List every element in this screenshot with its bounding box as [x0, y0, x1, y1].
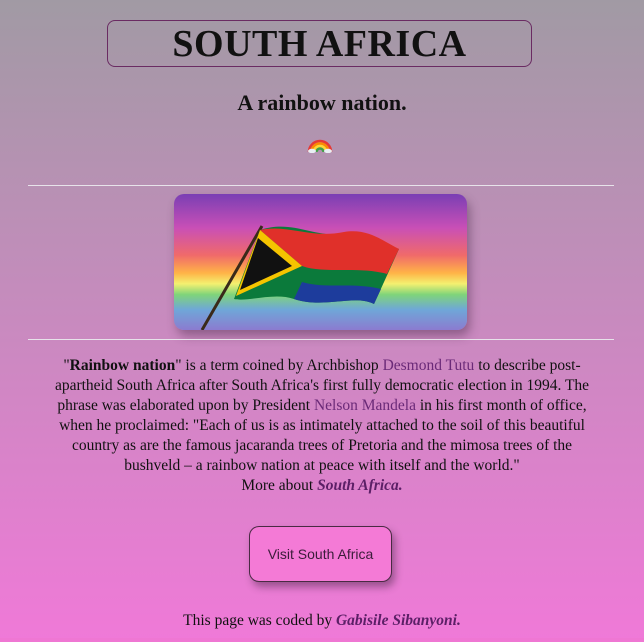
south-africa-flag-painting — [174, 194, 467, 330]
divider-bottom — [28, 339, 614, 340]
footer-text: This page was coded by — [183, 612, 336, 629]
flag-image — [174, 194, 467, 330]
page-title: SOUTH AFRICA — [172, 22, 467, 65]
description-paragraph: "Rainbow nation" is a term coined by Arc… — [48, 356, 596, 496]
term-rainbow-nation: Rainbow nation — [69, 357, 176, 374]
more-about-text: More about — [241, 477, 318, 494]
more-about-south-africa-link[interactable]: South Africa. — [317, 477, 403, 494]
nelson-mandela-link[interactable]: Nelson Mandela — [314, 397, 416, 414]
bottom-bar — [0, 638, 644, 642]
divider-top — [28, 185, 614, 186]
footer: This page was coded by Gabisile Sibanyon… — [0, 612, 644, 630]
page-subtitle: A rainbow nation. — [237, 90, 407, 115]
desmond-tutu-link[interactable]: Desmond Tutu — [383, 357, 475, 374]
rainbow-icon — [307, 139, 333, 153]
author-name: Gabisile Sibanyoni. — [335, 612, 461, 629]
title-box: SOUTH AFRICA — [107, 20, 532, 67]
description-text-1: is a term coined by Archbishop — [181, 357, 383, 374]
visit-south-africa-button[interactable]: Visit South Africa — [249, 526, 392, 582]
